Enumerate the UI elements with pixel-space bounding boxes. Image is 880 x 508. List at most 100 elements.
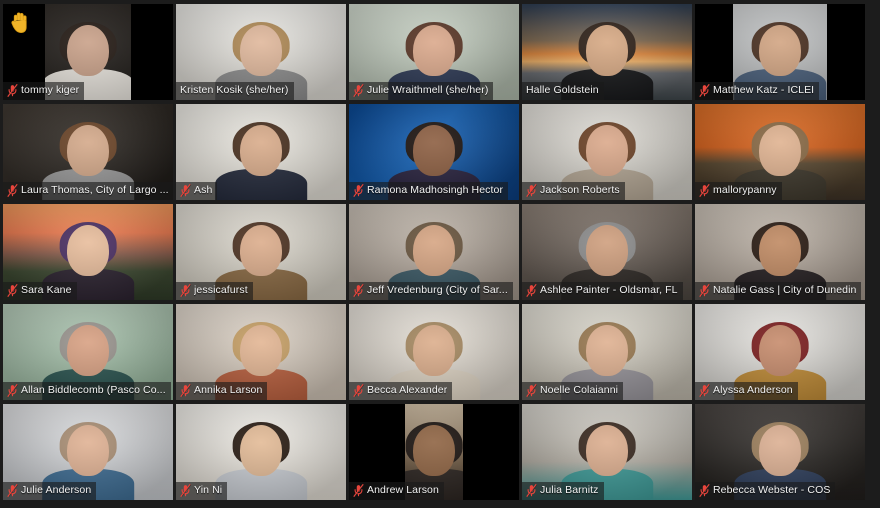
participant-tile[interactable]: tommy kiger	[3, 4, 173, 100]
microphone-muted-icon	[353, 384, 364, 397]
participant-tile[interactable]: Julia Barnitz	[522, 404, 692, 500]
participant-nameplate: Annika Larson	[176, 382, 268, 400]
participant-tile[interactable]: mallorypanny	[695, 104, 865, 200]
figure-head	[758, 324, 802, 377]
participant-nameplate: Kristen Kosik (she/her)	[176, 82, 294, 100]
participant-nameplate: jessicafurst	[176, 282, 253, 300]
microphone-muted-icon	[699, 384, 710, 397]
participant-nameplate: Matthew Katz - ICLEI	[695, 82, 820, 100]
participant-tile[interactable]: Halle Goldstein	[522, 4, 692, 100]
participant-figure	[215, 121, 307, 200]
participant-name: Andrew Larson	[367, 484, 439, 496]
microphone-muted-icon	[180, 384, 191, 397]
raised-hand-icon	[11, 12, 27, 33]
microphone-muted-icon	[353, 484, 364, 497]
figure-head	[66, 124, 110, 177]
figure-head	[758, 124, 802, 177]
microphone-muted-icon	[180, 184, 191, 197]
participant-tile[interactable]: Alyssa Anderson	[695, 304, 865, 400]
participant-tile[interactable]: Ashlee Painter - Oldsmar, FL	[522, 204, 692, 300]
zoom-meeting-window: tommy kiger Kristen Kosik (she/her) Julie …	[0, 0, 880, 508]
participant-tile[interactable]: Becca Alexander	[349, 304, 519, 400]
figure-head	[66, 324, 110, 377]
participant-name: mallorypanny	[713, 184, 777, 196]
participant-tile[interactable]: Sara Kane	[3, 204, 173, 300]
participant-name: Laura Thomas, City of Largo ...	[21, 184, 168, 196]
microphone-muted-icon	[353, 284, 364, 297]
participant-tile[interactable]: Laura Thomas, City of Largo ...	[3, 104, 173, 200]
participant-name: Julie Wraithmell (she/her)	[367, 84, 489, 96]
microphone-muted-icon	[7, 84, 18, 97]
participant-tile[interactable]: Andrew Larson	[349, 404, 519, 500]
participant-name: Matthew Katz - ICLEI	[713, 84, 815, 96]
participant-name: Becca Alexander	[367, 384, 448, 396]
participant-tile[interactable]: Rebecca Webster - COS	[695, 404, 865, 500]
figure-head	[585, 24, 629, 77]
participant-nameplate: Allan Biddlecomb (Pasco Co...	[3, 382, 171, 400]
figure-head	[758, 224, 802, 277]
participant-tile[interactable]: Jeff Vredenburg (City of Sar...	[349, 204, 519, 300]
participant-nameplate: Julia Barnitz	[522, 482, 604, 500]
figure-head	[66, 424, 110, 477]
pillarbox-right	[463, 404, 519, 500]
participant-name: Natalie Gass | City of Dunedin	[713, 284, 857, 296]
participant-tile[interactable]: Natalie Gass | City of Dunedin	[695, 204, 865, 300]
figure-head	[585, 424, 629, 477]
microphone-muted-icon	[180, 484, 191, 497]
participant-tile[interactable]: Noelle Colaianni	[522, 304, 692, 400]
participant-name: jessicafurst	[194, 284, 248, 296]
gallery-view-grid: tommy kiger Kristen Kosik (she/her) Julie …	[3, 4, 865, 504]
participant-nameplate: mallorypanny	[695, 182, 782, 200]
participant-tile[interactable]: Kristen Kosik (she/her)	[176, 4, 346, 100]
participant-nameplate: Becca Alexander	[349, 382, 453, 400]
participant-name: Yin Ni	[194, 484, 223, 496]
participant-tile[interactable]: Ramona Madhosingh Hector	[349, 104, 519, 200]
microphone-muted-icon	[526, 484, 537, 497]
figure-head	[412, 224, 456, 277]
participant-name: Halle Goldstein	[526, 84, 599, 96]
participant-nameplate: Yin Ni	[176, 482, 228, 500]
figure-head	[412, 24, 456, 77]
participant-name: Jackson Roberts	[540, 184, 620, 196]
figure-head	[585, 124, 629, 177]
participant-tile[interactable]: jessicafurst	[176, 204, 346, 300]
microphone-muted-icon	[699, 484, 710, 497]
participant-tile[interactable]: Julie Anderson	[3, 404, 173, 500]
participant-name: tommy kiger	[21, 84, 80, 96]
microphone-muted-icon	[699, 284, 710, 297]
figure-head	[66, 224, 110, 277]
microphone-muted-icon	[699, 184, 710, 197]
participant-tile[interactable]: Allan Biddlecomb (Pasco Co...	[3, 304, 173, 400]
participant-tile[interactable]: Yin Ni	[176, 404, 346, 500]
microphone-muted-icon	[353, 84, 364, 97]
pillarbox-right	[131, 4, 173, 100]
participant-tile[interactable]: Ash	[176, 104, 346, 200]
participant-tile[interactable]: Matthew Katz - ICLEI	[695, 4, 865, 100]
participant-nameplate: Jackson Roberts	[522, 182, 625, 200]
microphone-muted-icon	[526, 284, 537, 297]
figure-head	[758, 24, 802, 77]
participant-tile[interactable]: Annika Larson	[176, 304, 346, 400]
participant-name: Annika Larson	[194, 384, 263, 396]
figure-head	[239, 424, 283, 477]
participant-name: Kristen Kosik (she/her)	[180, 84, 289, 96]
participant-nameplate: Jeff Vredenburg (City of Sar...	[349, 282, 513, 300]
participant-name: Rebecca Webster - COS	[713, 484, 831, 496]
participant-nameplate: Halle Goldstein	[522, 82, 604, 100]
figure-head	[412, 424, 456, 477]
figure-head	[758, 424, 802, 477]
participant-tile[interactable]: Julie Wraithmell (she/her)	[349, 4, 519, 100]
figure-head	[239, 124, 283, 177]
participant-name: Sara Kane	[21, 284, 72, 296]
figure-head	[239, 324, 283, 377]
participant-nameplate: Ramona Madhosingh Hector	[349, 182, 509, 200]
microphone-muted-icon	[7, 384, 18, 397]
participant-nameplate: Natalie Gass | City of Dunedin	[695, 282, 862, 300]
microphone-muted-icon	[7, 484, 18, 497]
participant-nameplate: Ashlee Painter - Oldsmar, FL	[522, 282, 683, 300]
participant-name: Ashlee Painter - Oldsmar, FL	[540, 284, 678, 296]
figure-head	[412, 324, 456, 377]
participant-tile[interactable]: Jackson Roberts	[522, 104, 692, 200]
figure-head	[66, 24, 110, 77]
participant-nameplate: Andrew Larson	[349, 482, 444, 500]
